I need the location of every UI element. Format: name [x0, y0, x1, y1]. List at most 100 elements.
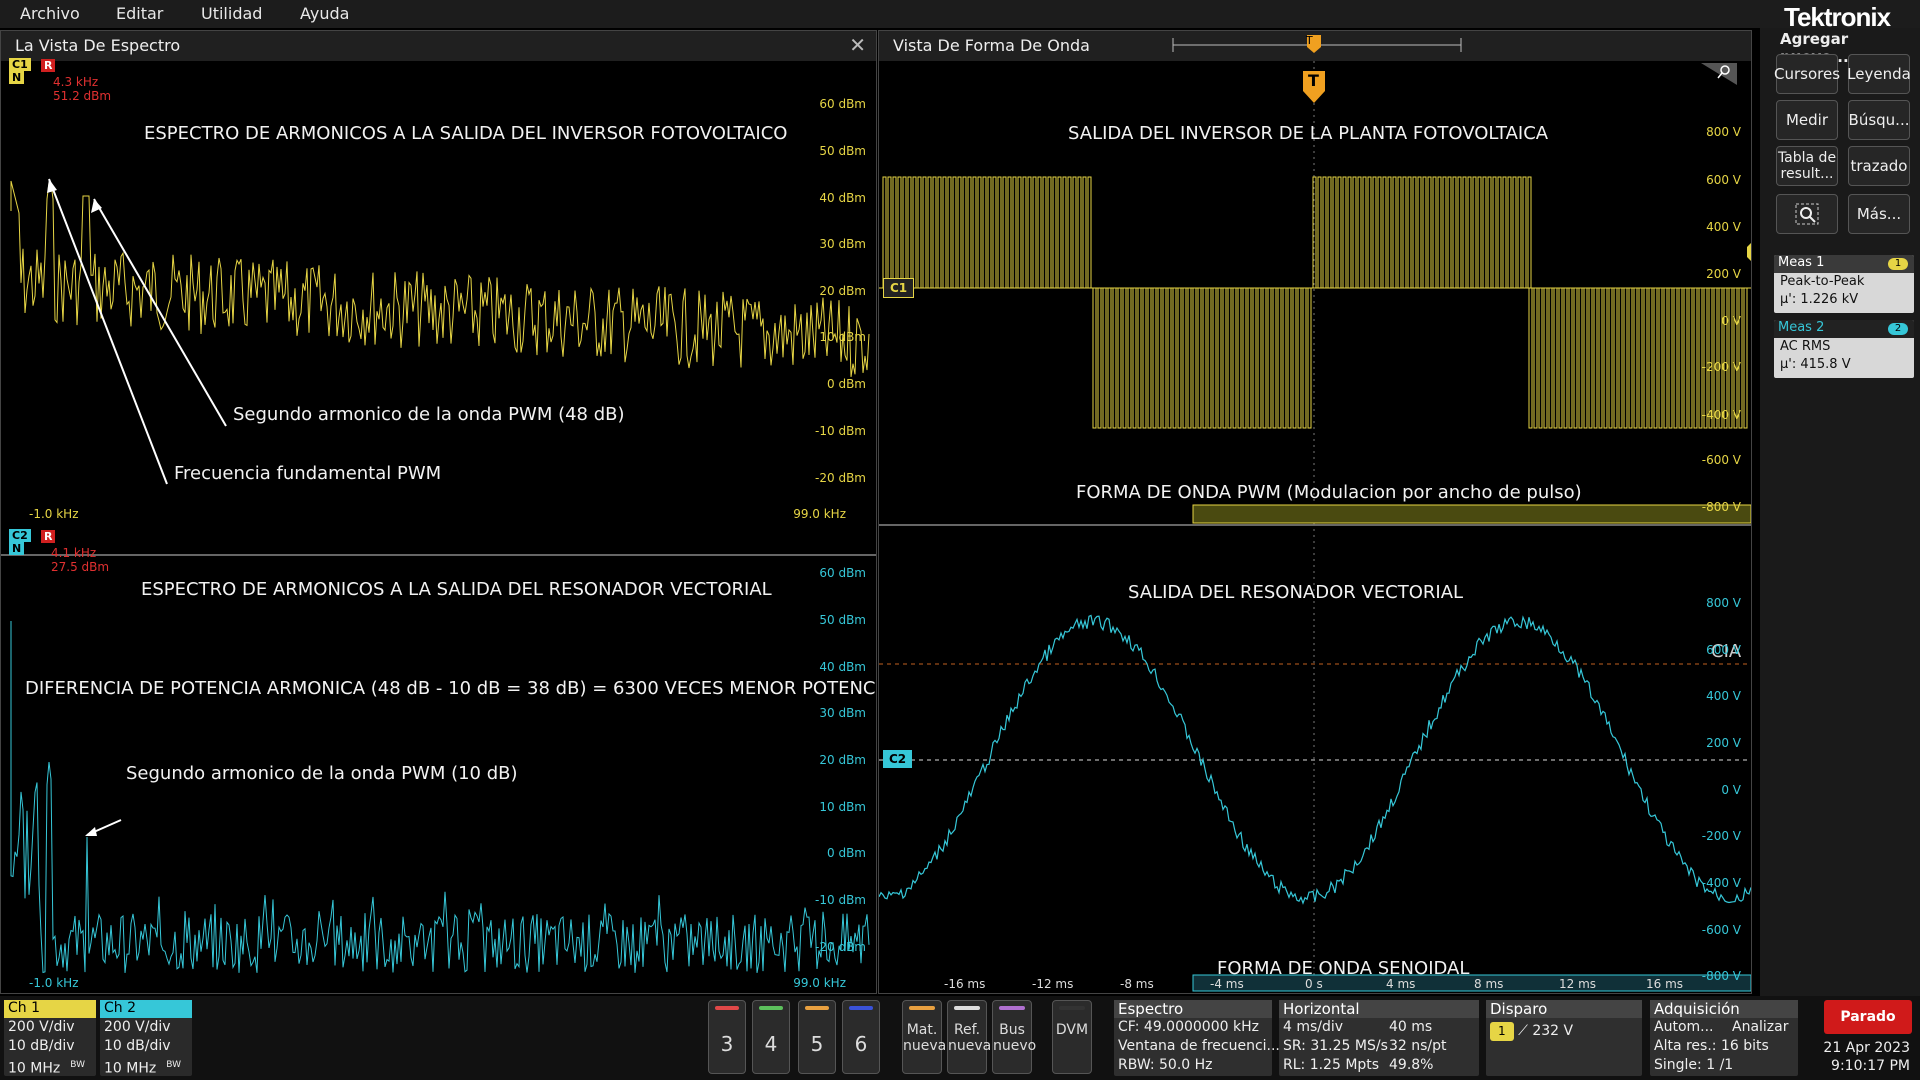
- ch1-settings-badge[interactable]: Ch 1 200 V/div 10 dB/div 10 MHz BW: [4, 1000, 96, 1077]
- waveform-bottom-ytick: 0 V: [1721, 783, 1741, 797]
- new-ref-label: Ref. nueva: [948, 1022, 992, 1054]
- spectrum-settings-badge[interactable]: Espectro CF: 49.0000000 kHz Ventana de f…: [1114, 1000, 1280, 1076]
- waveform-top-ytick: 200 V: [1706, 267, 1741, 281]
- results-table-button[interactable]: Tabla de result...: [1776, 146, 1838, 186]
- spectrum-bottom-readout-amp: 27.5 dBm: [51, 560, 110, 574]
- zoom-search-button[interactable]: [1776, 194, 1838, 234]
- meas1-type: Peak-to-Peak: [1780, 274, 1865, 289]
- channel-3-button[interactable]: 3: [708, 1000, 746, 1074]
- spectrum-ch1-n-tag: N: [9, 71, 25, 84]
- spectrum-top-ytick: 60 dBm: [819, 97, 866, 111]
- waveform-ch2-tag[interactable]: C2: [883, 750, 913, 768]
- spectrum-plots: [1, 178, 876, 974]
- meas1-badge[interactable]: Meas 1 1 Peak-to-Peak μ': 1.226 kV: [1774, 255, 1914, 313]
- meas2-badge[interactable]: Meas 2 2 AC RMS μ': 415.8 V: [1774, 320, 1914, 378]
- menu-editar[interactable]: Editar: [116, 4, 163, 23]
- more-button[interactable]: Más...: [1848, 194, 1910, 234]
- horizontal-rate: SR: 31.25 MS/s32 ns/pt: [1279, 1037, 1479, 1056]
- dvm-button[interactable]: DVM: [1052, 1000, 1092, 1074]
- menu-utilidad[interactable]: Utilidad: [201, 4, 262, 23]
- cursors-button[interactable]: Cursores: [1774, 54, 1840, 94]
- trigger-source-badge: 1: [1490, 1022, 1514, 1041]
- search-button[interactable]: Búsqu...: [1848, 100, 1910, 140]
- channel-6-button[interactable]: 6: [842, 1000, 880, 1074]
- sample-rate: SR: 31.25 MS/s: [1283, 1038, 1388, 1054]
- ch2-label: Ch 2: [100, 1000, 192, 1018]
- channel-5-label: 5: [810, 1032, 824, 1056]
- ch2-dbdiv: 10 dB/div: [104, 1038, 171, 1054]
- ch1-bandwidth-value: 10 MHz: [8, 1060, 61, 1077]
- meas1-value: μ': 1.226 kV: [1780, 292, 1859, 307]
- meas2-value: μ': 415.8 V: [1780, 357, 1851, 372]
- spectrum-rbw: RBW: 50.0 Hz: [1118, 1057, 1213, 1073]
- spectrum-top-ytick: -10 dBm: [815, 424, 866, 438]
- plot-button[interactable]: trazado: [1848, 146, 1910, 186]
- waveform-bottom-ytick: -400 V: [1701, 876, 1741, 890]
- channel-4-button[interactable]: 4: [752, 1000, 790, 1074]
- bottom-settings-bar: Ch 1 200 V/div 10 dB/div 10 MHz BW Ch 2 2…: [0, 996, 1920, 1080]
- spectrum-bottom-ytick: 50 dBm: [819, 613, 866, 627]
- channel-6-label: 6: [854, 1032, 868, 1056]
- trigger-marker-tag[interactable]: T: [1308, 71, 1319, 90]
- ch1-vdiv: 200 V/div: [8, 1019, 75, 1035]
- waveform-bottom-ytick: -200 V: [1701, 829, 1741, 843]
- spectrum-view-title: La Vista De Espectro: [15, 36, 181, 55]
- channel-6-color: [849, 1006, 873, 1010]
- legend-button[interactable]: Leyenda: [1847, 54, 1911, 94]
- meas2-channel-badge: 2: [1888, 323, 1908, 335]
- channel-3-label: 3: [720, 1032, 734, 1056]
- ch2-bw-limit-indicator: BW: [166, 1060, 181, 1070]
- waveform-xtick: -12 ms: [1032, 977, 1074, 991]
- spectrum-top-annotation-fundamental: Frecuencia fundamental PWM: [174, 463, 442, 484]
- measure-button[interactable]: Medir: [1776, 100, 1838, 140]
- acquisition-settings-badge[interactable]: Adquisición Autom... Analizar Alta res.: …: [1650, 1000, 1798, 1076]
- waveform-bottom-ytick: 400 V: [1706, 689, 1741, 703]
- spectrum-ch2-tag[interactable]: C2: [9, 529, 31, 542]
- waveform-ch1-tag[interactable]: C1: [883, 278, 915, 298]
- waveform-plots: [879, 35, 1751, 992]
- spectrum-view-panel: La Vista De Espectro ✕ C1 N R 4.3 kHz 51.…: [0, 30, 877, 994]
- trigger-settings-badge[interactable]: Disparo 1 ⟋ 232 V: [1486, 1000, 1642, 1076]
- meas1-channel-badge: 1: [1888, 258, 1908, 270]
- zoom-icon[interactable]: [1701, 63, 1737, 85]
- trigger-position-tag[interactable]: T: [1306, 34, 1313, 47]
- waveform-xtick: 4 ms: [1386, 977, 1416, 991]
- ch2-settings-badge[interactable]: Ch 2 200 V/div 10 dB/div 10 MHz BW: [100, 1000, 192, 1077]
- spectrum-bottom-ytick: 40 dBm: [819, 660, 866, 674]
- spectrum-bottom-readout: 4.1 kHz 27.5 dBm: [51, 546, 109, 574]
- spectrum-bottom-xmax: 99.0 kHz: [793, 976, 846, 990]
- dvm-color: [1059, 1006, 1085, 1010]
- channel-5-button[interactable]: 5: [798, 1000, 836, 1074]
- new-ref-button[interactable]: Ref. nueva: [947, 1000, 991, 1074]
- spectrum-bottom-readout-freq: 4.1 kHz: [51, 546, 97, 560]
- waveform-top-ytick: -400 V: [1701, 408, 1741, 422]
- horizontal-settings-badge[interactable]: Horizontal 4 ms/div 40 ms SR: 31.25 MS/s3…: [1279, 1000, 1479, 1076]
- menu-ayuda[interactable]: Ayuda: [300, 4, 349, 23]
- record-length: RL: 1.25 Mpts: [1283, 1057, 1380, 1073]
- ch1-dbdiv: 10 dB/div: [8, 1038, 75, 1054]
- new-math-button[interactable]: Mat. nueva: [902, 1000, 946, 1074]
- spectrum-top-ytick: 10 dBm: [819, 330, 866, 344]
- spectrum-top-ytick: 30 dBm: [819, 237, 866, 251]
- spectrum-ch1-tag[interactable]: C1: [9, 58, 31, 71]
- waveform-top-ytick: -600 V: [1701, 453, 1741, 467]
- acquisition-analyze: Analizar: [1732, 1019, 1789, 1035]
- waveform-top-ytick: 400 V: [1706, 220, 1741, 234]
- meas1-header: Meas 1 1: [1774, 255, 1914, 273]
- spectrum-top-ytick: -20 dBm: [815, 471, 866, 485]
- waveform-top-ytick: -200 V: [1701, 360, 1741, 374]
- menu-archivo[interactable]: Archivo: [20, 4, 80, 23]
- spectrum-window: Ventana de frecuenci...: [1118, 1038, 1280, 1054]
- acquisition-mode-value: Autom...: [1654, 1019, 1714, 1035]
- waveform-xtick: -8 ms: [1120, 977, 1154, 991]
- waveform-top-ytick: 0 V: [1721, 314, 1741, 328]
- close-icon[interactable]: ✕: [849, 33, 866, 57]
- spectrum-view-titlebar: La Vista De Espectro ✕: [1, 31, 876, 61]
- new-bus-color: [999, 1006, 1025, 1010]
- waveform-top-subtitle: FORMA DE ONDA PWM (Modulacion por ancho …: [1076, 482, 1582, 503]
- waveform-bottom-ytick: -800 V: [1701, 969, 1741, 983]
- meas2-header: Meas 2 2: [1774, 320, 1914, 338]
- new-bus-button[interactable]: Bus nuevo: [992, 1000, 1036, 1074]
- run-stop-button[interactable]: Parado: [1824, 1000, 1912, 1034]
- waveform-top-title: SALIDA DEL INVERSOR DE LA PLANTA FOTOVOL…: [1068, 123, 1549, 144]
